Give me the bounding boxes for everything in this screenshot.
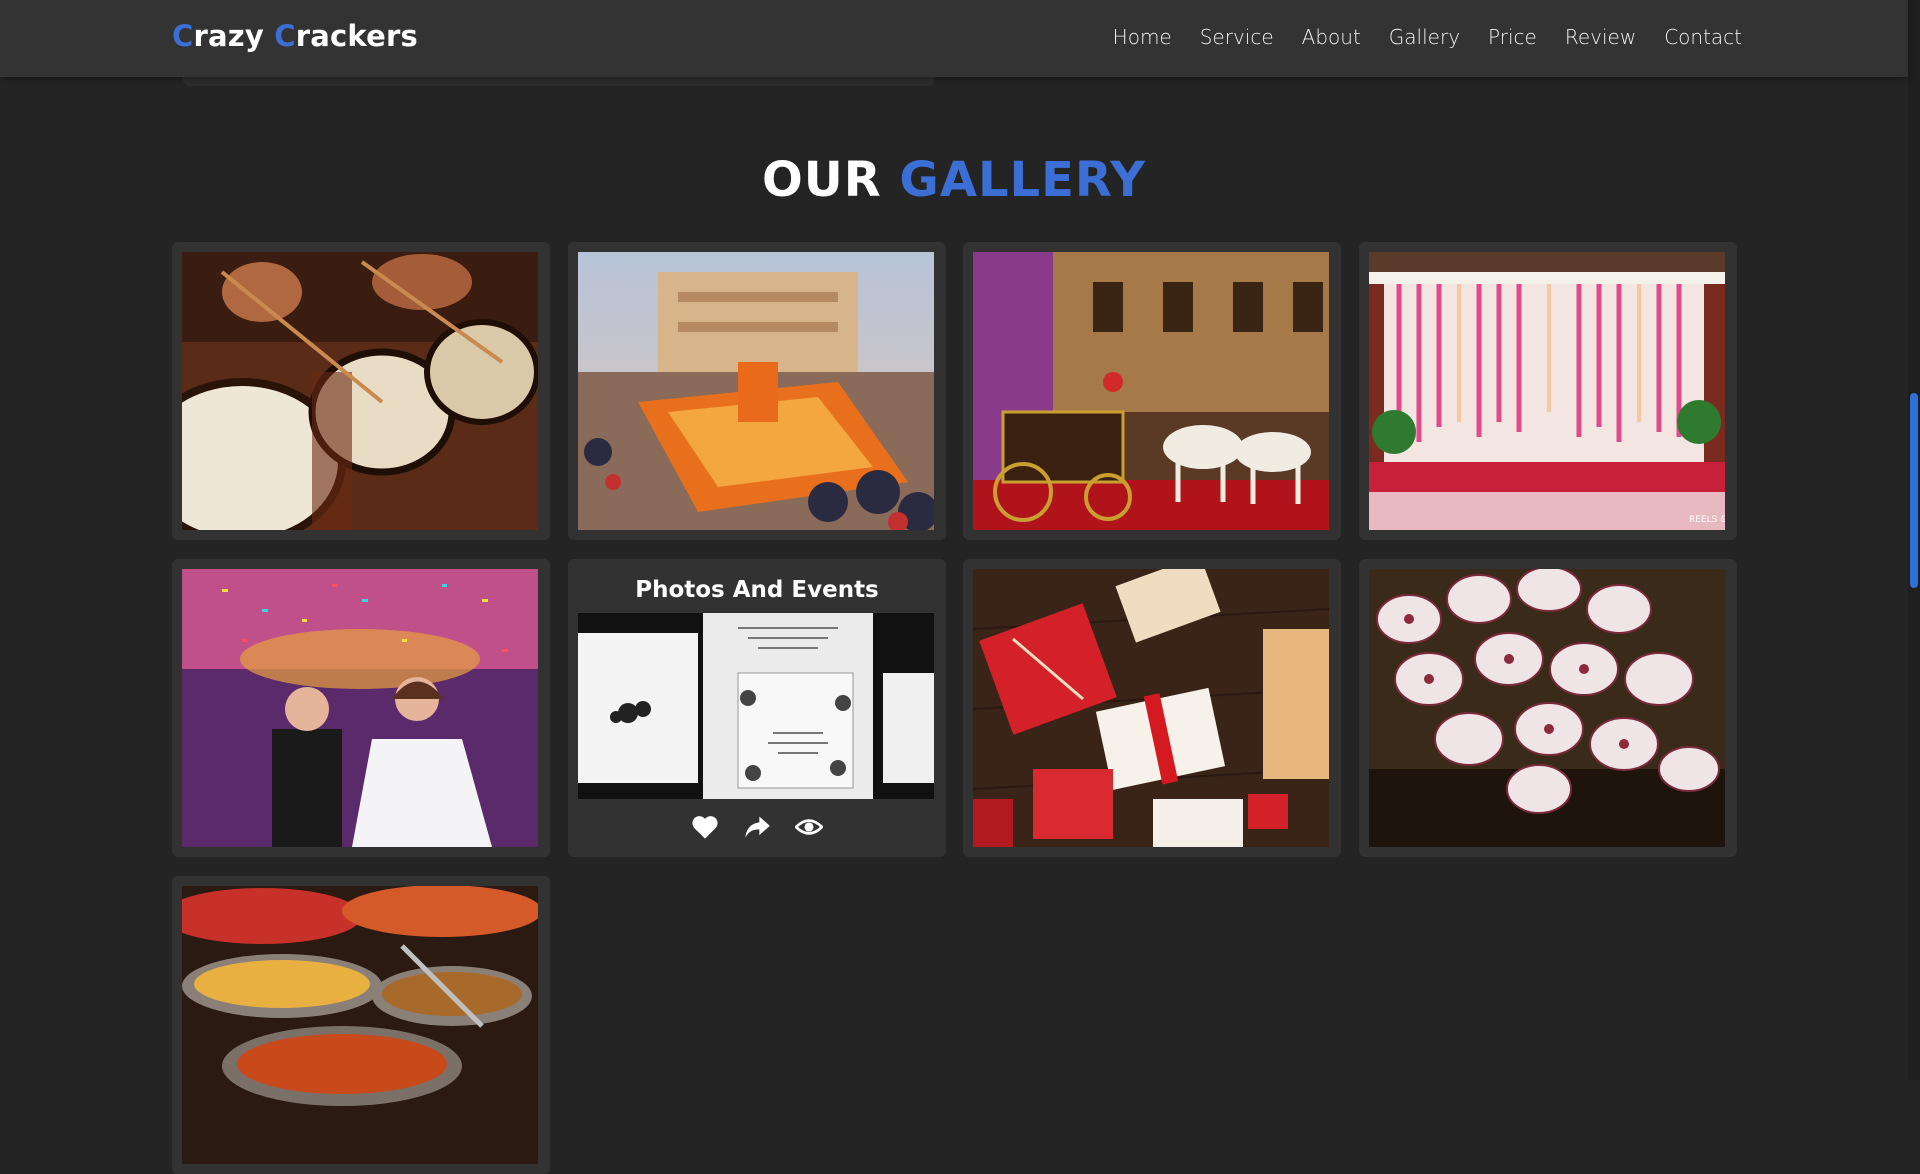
gallery-item-drummers[interactable] bbox=[172, 242, 550, 540]
gallery-item-horse-carriage[interactable] bbox=[963, 242, 1341, 540]
nav-gallery[interactable]: Gallery bbox=[1389, 25, 1460, 49]
gallery-item-photos-events[interactable]: Photos And Events bbox=[568, 559, 946, 857]
floral-stage-image: REELS & FR bbox=[1369, 252, 1725, 530]
gallery-item-wedding-dance[interactable] bbox=[172, 559, 550, 857]
gallery-item-cookies[interactable] bbox=[1359, 559, 1737, 857]
brand-logo[interactable]: Crazy Crackers bbox=[172, 19, 418, 53]
logo-letter-2: C bbox=[274, 19, 296, 53]
drummers-image bbox=[182, 252, 538, 530]
main-nav: Home Service About Gallery Price Review … bbox=[1113, 25, 1742, 49]
scrollbar-thumb[interactable] bbox=[1910, 393, 1918, 588]
gallery-item-food[interactable] bbox=[172, 876, 550, 1174]
nav-contact[interactable]: Contact bbox=[1664, 25, 1742, 49]
nav-service[interactable]: Service bbox=[1200, 25, 1274, 49]
heading-part-1: OUR bbox=[761, 152, 882, 208]
horse-carriage-image bbox=[973, 252, 1329, 530]
invitation-cards-image bbox=[578, 613, 934, 799]
nav-home[interactable]: Home bbox=[1113, 25, 1172, 49]
eye-icon[interactable] bbox=[794, 813, 824, 841]
food-image bbox=[182, 886, 538, 1164]
gallery-heading: OUR GALLERY bbox=[0, 152, 1908, 208]
heart-icon[interactable] bbox=[690, 813, 720, 841]
watermark-text: REELS & FR bbox=[1689, 515, 1725, 525]
card-actions bbox=[568, 813, 946, 841]
gallery-item-floral-stage[interactable]: REELS & FR bbox=[1359, 242, 1737, 540]
heading-part-2: GALLERY bbox=[899, 152, 1147, 208]
page-scrollbar[interactable] bbox=[1908, 0, 1920, 1080]
wedding-dance-image bbox=[182, 569, 538, 847]
share-icon[interactable] bbox=[742, 813, 772, 841]
nav-review[interactable]: Review bbox=[1565, 25, 1636, 49]
site-header: Crazy Crackers Home Service About Galler… bbox=[0, 0, 1908, 77]
gallery-item-palace-event[interactable] bbox=[568, 242, 946, 540]
logo-word-1: razy bbox=[193, 19, 264, 53]
nav-about[interactable]: About bbox=[1302, 25, 1361, 49]
logo-word-2: rackers bbox=[295, 19, 418, 53]
nav-price[interactable]: Price bbox=[1488, 25, 1537, 49]
cookies-image bbox=[1369, 569, 1725, 847]
gallery-item-gift-boxes[interactable] bbox=[963, 559, 1341, 857]
gift-boxes-image bbox=[973, 569, 1329, 847]
card-title: Photos And Events bbox=[635, 577, 879, 603]
logo-letter-1: C bbox=[172, 19, 194, 53]
palace-event-image bbox=[578, 252, 934, 530]
